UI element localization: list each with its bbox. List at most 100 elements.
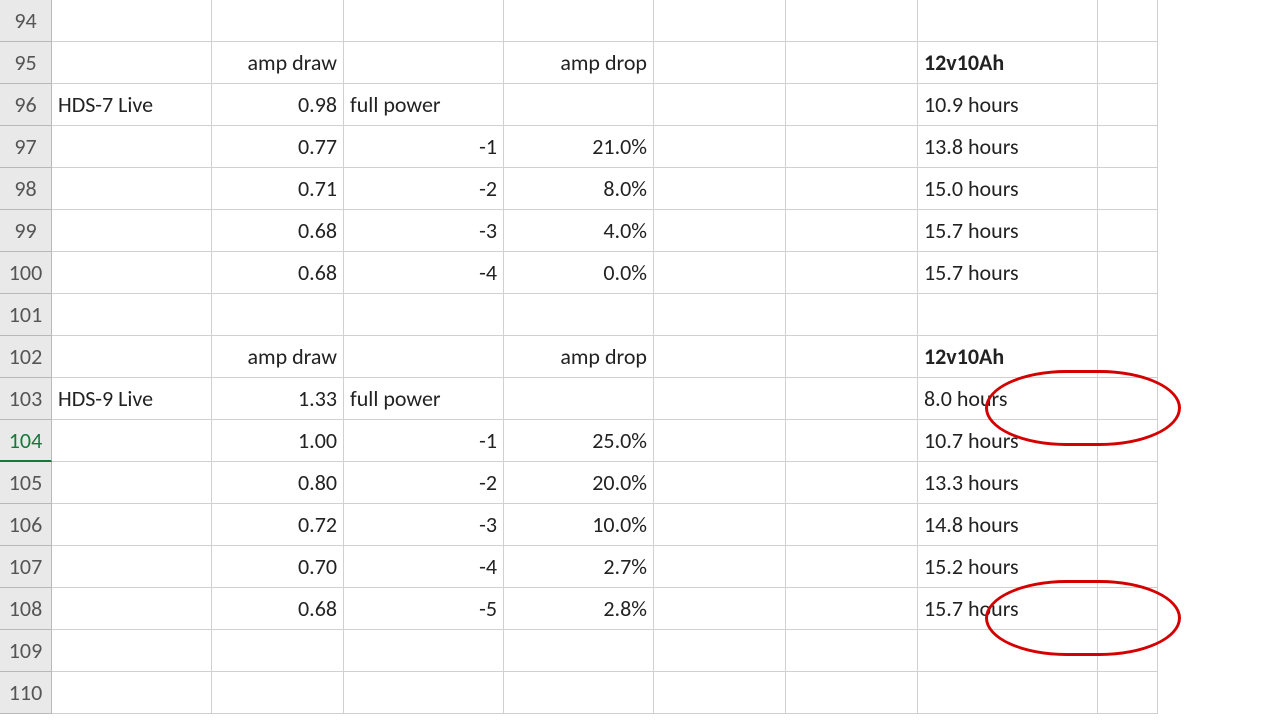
cell-107-trailing[interactable] (1098, 546, 1158, 588)
cell-103-G[interactable]: 8.0 hours (918, 378, 1098, 420)
row-header[interactable]: 102 (0, 336, 52, 378)
cell-110-A[interactable] (52, 672, 212, 714)
cell-107-C[interactable]: -4 (344, 546, 504, 588)
cell-100-B[interactable]: 0.68 (212, 252, 344, 294)
cell-98-A[interactable] (52, 168, 212, 210)
cell-105-F[interactable] (786, 462, 918, 504)
cell-106-A[interactable] (52, 504, 212, 546)
cell-94-A[interactable] (52, 0, 212, 42)
cell-100-D[interactable]: 0.0% (504, 252, 654, 294)
cell-109-E[interactable] (654, 630, 786, 672)
cell-103-A[interactable]: HDS-9 Live (52, 378, 212, 420)
row-header[interactable]: 95 (0, 42, 52, 84)
cell-104-A[interactable] (52, 420, 212, 462)
cell-106-E[interactable] (654, 504, 786, 546)
cell-99-E[interactable] (654, 210, 786, 252)
cell-98-E[interactable] (654, 168, 786, 210)
cell-96-B[interactable]: 0.98 (212, 84, 344, 126)
row-header[interactable]: 104 (0, 420, 52, 462)
cell-101-F[interactable] (786, 294, 918, 336)
row-header[interactable]: 99 (0, 210, 52, 252)
cell-95-G[interactable]: 12v10Ah (918, 42, 1098, 84)
cell-96-trailing[interactable] (1098, 84, 1158, 126)
cell-109-trailing[interactable] (1098, 630, 1158, 672)
cell-108-trailing[interactable] (1098, 588, 1158, 630)
cell-98-C[interactable]: -2 (344, 168, 504, 210)
cell-99-D[interactable]: 4.0% (504, 210, 654, 252)
cell-102-G[interactable]: 12v10Ah (918, 336, 1098, 378)
cell-95-F[interactable] (786, 42, 918, 84)
cell-108-E[interactable] (654, 588, 786, 630)
cell-103-D[interactable] (504, 378, 654, 420)
cell-101-D[interactable] (504, 294, 654, 336)
row-header[interactable]: 110 (0, 672, 52, 714)
cell-103-C[interactable]: full power (344, 378, 504, 420)
cell-97-A[interactable] (52, 126, 212, 168)
cell-94-trailing[interactable] (1098, 0, 1158, 42)
cell-100-E[interactable] (654, 252, 786, 294)
row-header[interactable]: 94 (0, 0, 52, 42)
cell-106-C[interactable]: -3 (344, 504, 504, 546)
cell-94-E[interactable] (654, 0, 786, 42)
cell-109-D[interactable] (504, 630, 654, 672)
cell-95-D[interactable]: amp drop (504, 42, 654, 84)
row-header[interactable]: 101 (0, 294, 52, 336)
cell-108-B[interactable]: 0.68 (212, 588, 344, 630)
cell-94-B[interactable] (212, 0, 344, 42)
cell-104-E[interactable] (654, 420, 786, 462)
cell-103-trailing[interactable] (1098, 378, 1158, 420)
cell-95-B[interactable]: amp draw (212, 42, 344, 84)
cell-97-G[interactable]: 13.8 hours (918, 126, 1098, 168)
cell-101-C[interactable] (344, 294, 504, 336)
cell-96-D[interactable] (504, 84, 654, 126)
cell-110-D[interactable] (504, 672, 654, 714)
cell-96-E[interactable] (654, 84, 786, 126)
cell-105-D[interactable]: 20.0% (504, 462, 654, 504)
cell-103-B[interactable]: 1.33 (212, 378, 344, 420)
row-header[interactable]: 109 (0, 630, 52, 672)
cell-107-F[interactable] (786, 546, 918, 588)
cell-104-F[interactable] (786, 420, 918, 462)
cell-109-A[interactable] (52, 630, 212, 672)
cell-109-C[interactable] (344, 630, 504, 672)
cell-105-B[interactable]: 0.80 (212, 462, 344, 504)
cell-100-G[interactable]: 15.7 hours (918, 252, 1098, 294)
row-header[interactable]: 108 (0, 588, 52, 630)
cell-99-C[interactable]: -3 (344, 210, 504, 252)
cell-106-trailing[interactable] (1098, 504, 1158, 546)
cell-96-A[interactable]: HDS-7 Live (52, 84, 212, 126)
cell-105-C[interactable]: -2 (344, 462, 504, 504)
row-header[interactable]: 97 (0, 126, 52, 168)
cell-108-C[interactable]: -5 (344, 588, 504, 630)
cell-98-B[interactable]: 0.71 (212, 168, 344, 210)
cell-95-C[interactable] (344, 42, 504, 84)
cell-110-trailing[interactable] (1098, 672, 1158, 714)
row-header[interactable]: 98 (0, 168, 52, 210)
cell-97-D[interactable]: 21.0% (504, 126, 654, 168)
row-header[interactable]: 107 (0, 546, 52, 588)
cell-106-G[interactable]: 14.8 hours (918, 504, 1098, 546)
cell-102-A[interactable] (52, 336, 212, 378)
cell-107-A[interactable] (52, 546, 212, 588)
cell-104-C[interactable]: -1 (344, 420, 504, 462)
cell-107-G[interactable]: 15.2 hours (918, 546, 1098, 588)
cell-95-E[interactable] (654, 42, 786, 84)
cell-108-D[interactable]: 2.8% (504, 588, 654, 630)
cell-98-G[interactable]: 15.0 hours (918, 168, 1098, 210)
cell-97-trailing[interactable] (1098, 126, 1158, 168)
cell-107-D[interactable]: 2.7% (504, 546, 654, 588)
cell-100-F[interactable] (786, 252, 918, 294)
cell-98-trailing[interactable] (1098, 168, 1158, 210)
cell-97-C[interactable]: -1 (344, 126, 504, 168)
cell-99-F[interactable] (786, 210, 918, 252)
cell-102-F[interactable] (786, 336, 918, 378)
cell-102-D[interactable]: amp drop (504, 336, 654, 378)
cell-94-F[interactable] (786, 0, 918, 42)
cell-100-C[interactable]: -4 (344, 252, 504, 294)
cell-101-E[interactable] (654, 294, 786, 336)
cell-108-F[interactable] (786, 588, 918, 630)
cell-104-D[interactable]: 25.0% (504, 420, 654, 462)
cell-99-B[interactable]: 0.68 (212, 210, 344, 252)
row-header[interactable]: 103 (0, 378, 52, 420)
cell-98-F[interactable] (786, 168, 918, 210)
